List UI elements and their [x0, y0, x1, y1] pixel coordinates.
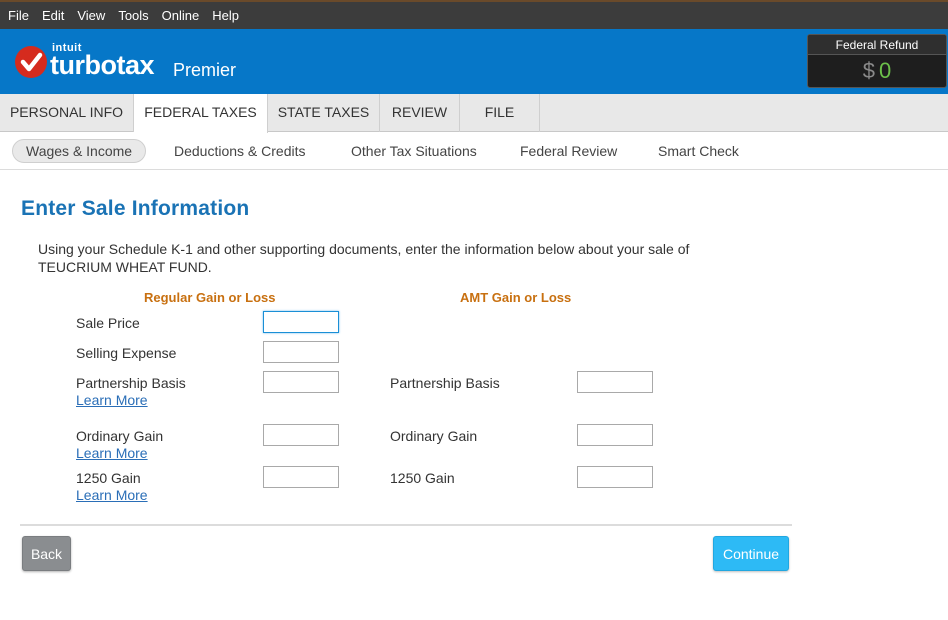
tab-review[interactable]: REVIEW [380, 94, 460, 132]
refund-value: $0 [808, 55, 946, 87]
menu-bar: File Edit View Tools Online Help [0, 0, 948, 29]
menu-help[interactable]: Help [212, 8, 239, 23]
app-header: intuit turbotax Premier Federal Refund $… [0, 29, 948, 94]
section-divider [20, 524, 792, 526]
selling-expense-input[interactable] [263, 341, 339, 363]
gain-1250-learn-more-link[interactable]: Learn More [76, 487, 148, 503]
subnav-deductions-credits[interactable]: Deductions & Credits [174, 139, 306, 163]
menu-online[interactable]: Online [162, 8, 200, 23]
federal-refund-meter[interactable]: Federal Refund $0 [807, 34, 947, 88]
intro-text: Using your Schedule K-1 and other suppor… [38, 241, 690, 275]
subnav-other-tax-situations[interactable]: Other Tax Situations [351, 139, 477, 163]
amt-gain-1250-input[interactable] [577, 466, 653, 488]
subnav-wages-income[interactable]: Wages & Income [12, 139, 147, 163]
amt-partnership-basis-input[interactable] [577, 371, 653, 393]
partnership-basis-learn-more-link[interactable]: Learn More [76, 392, 148, 408]
menu-view[interactable]: View [77, 8, 105, 23]
tab-file[interactable]: FILE [460, 94, 540, 132]
ordinary-gain-learn-more-link[interactable]: Learn More [76, 445, 148, 461]
tab-state-taxes[interactable]: STATE TAXES [268, 94, 380, 132]
tab-federal-taxes[interactable]: FEDERAL TAXES [134, 94, 268, 133]
gain-1250-label: 1250 Gain [76, 470, 141, 486]
refund-label: Federal Refund [808, 35, 946, 55]
selling-expense-label: Selling Expense [76, 345, 177, 361]
sub-navigation: Wages & Income Deductions & Credits Othe… [0, 132, 948, 170]
tab-personal-info[interactable]: PERSONAL INFO [0, 94, 134, 132]
amt-ordinary-gain-label: Ordinary Gain [390, 428, 478, 444]
sale-price-label: Sale Price [76, 315, 140, 331]
turbotax-logo-text: turbotax [50, 50, 155, 80]
amt-gain-1250-label: 1250 Gain [390, 470, 455, 486]
main-tabs: PERSONAL INFO FEDERAL TAXES STATE TAXES … [0, 94, 948, 133]
edition-label: Premier [173, 60, 237, 80]
menu-edit[interactable]: Edit [42, 8, 64, 23]
page-title: Enter Sale Information [21, 197, 250, 220]
partnership-basis-label: Partnership Basis [76, 375, 186, 391]
refund-currency: $ [862, 58, 875, 83]
menu-file[interactable]: File [8, 8, 29, 23]
turbotax-check-icon [15, 46, 47, 78]
amt-partnership-basis-label: Partnership Basis [390, 375, 500, 391]
subnav-federal-review[interactable]: Federal Review [520, 139, 617, 163]
back-button[interactable]: Back [22, 536, 71, 571]
menu-tools[interactable]: Tools [118, 8, 148, 23]
refund-amount: 0 [879, 58, 892, 83]
gain-1250-input[interactable] [263, 466, 339, 488]
continue-button[interactable]: Continue [713, 536, 789, 571]
subnav-smart-check[interactable]: Smart Check [658, 139, 739, 163]
ordinary-gain-label: Ordinary Gain [76, 428, 164, 444]
sale-price-input[interactable] [263, 311, 339, 333]
partnership-basis-input[interactable] [263, 371, 339, 393]
amt-ordinary-gain-input[interactable] [577, 424, 653, 446]
regular-gain-heading: Regular Gain or Loss [144, 290, 276, 305]
ordinary-gain-input[interactable] [263, 424, 339, 446]
amt-gain-heading: AMT Gain or Loss [460, 290, 572, 305]
